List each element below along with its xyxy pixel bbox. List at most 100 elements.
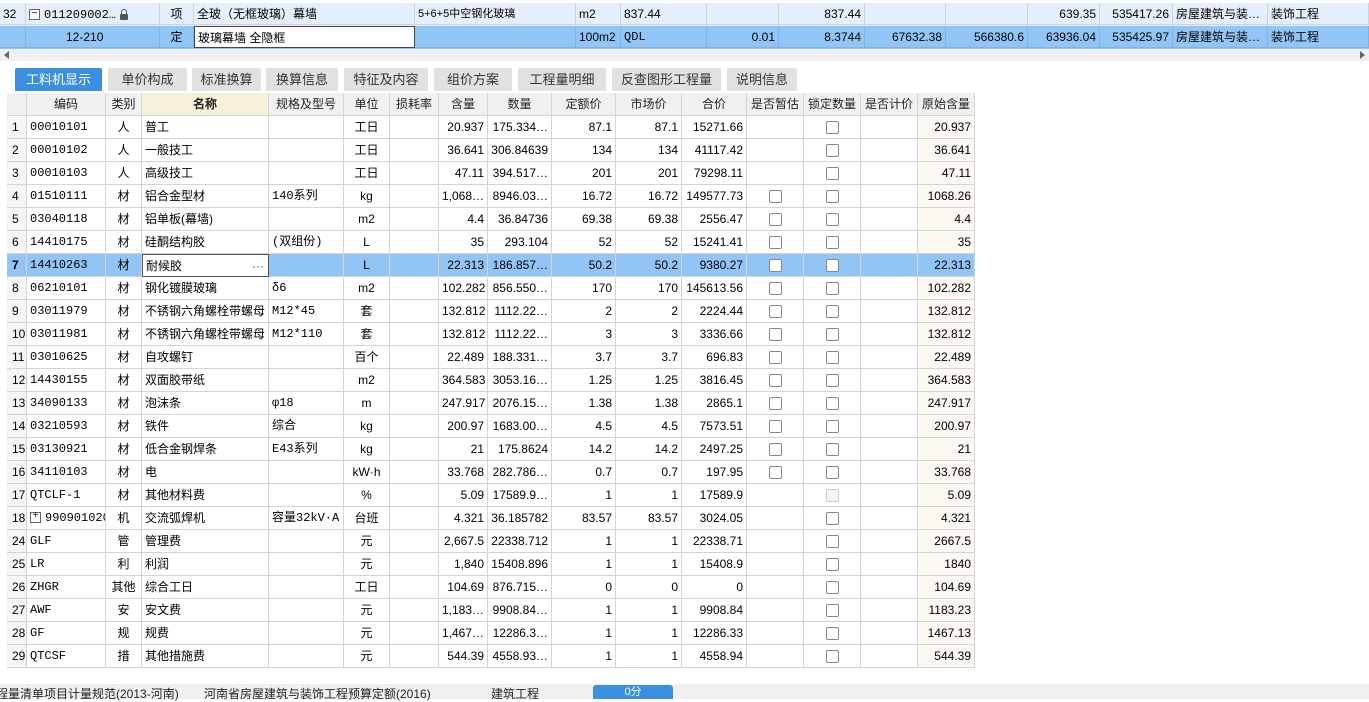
quantity[interactable]: 1112.22…: [488, 300, 552, 323]
header-resource-code[interactable]: 编码: [27, 93, 106, 116]
checkbox-icon[interactable]: [825, 558, 839, 572]
checkbox-icon[interactable]: [768, 420, 782, 434]
lock-qty-checkbox[interactable]: [804, 323, 861, 346]
resource-name[interactable]: 安文费: [142, 599, 269, 622]
estimate-checkbox[interactable]: [747, 461, 804, 484]
checkbox-icon[interactable]: [768, 351, 782, 365]
checkbox-icon[interactable]: [825, 466, 839, 480]
market-price[interactable]: 1: [616, 645, 682, 668]
quantity[interactable]: 175.334…: [488, 116, 552, 139]
content-amount[interactable]: 200.97: [439, 415, 488, 438]
lock-qty-checkbox[interactable]: [804, 254, 861, 277]
scroll-left-icon[interactable]: [4, 51, 9, 59]
checkbox-icon[interactable]: [825, 604, 839, 618]
quantity[interactable]: 188.331…: [488, 346, 552, 369]
quantity[interactable]: 15408.896: [488, 553, 552, 576]
lock-qty-checkbox[interactable]: [804, 208, 861, 231]
quantity[interactable]: 293.104: [488, 231, 552, 254]
resource-name[interactable]: 交流弧焊机: [142, 507, 269, 530]
quantity[interactable]: 36.84736: [488, 208, 552, 231]
horizontal-scrollbar[interactable]: [0, 49, 1369, 61]
resource-name[interactable]: 铁件: [142, 415, 269, 438]
market-price[interactable]: 1.25: [616, 369, 682, 392]
lock-qty-checkbox[interactable]: [804, 530, 861, 553]
market-price[interactable]: 1: [616, 530, 682, 553]
market-price[interactable]: 1: [616, 484, 682, 507]
content-amount[interactable]: 47.11: [439, 162, 488, 185]
estimate-checkbox[interactable]: [747, 277, 804, 300]
tab-4[interactable]: 换算信息: [266, 68, 338, 91]
checkbox-icon[interactable]: [825, 374, 839, 388]
expand-icon[interactable]: +: [30, 512, 41, 524]
tab-9[interactable]: 说明信息: [727, 68, 797, 91]
checkbox-icon[interactable]: [768, 236, 782, 250]
resource-name[interactable]: 一般技工: [142, 139, 269, 162]
market-price[interactable]: 52: [616, 231, 682, 254]
content-amount[interactable]: 1,068…: [439, 185, 488, 208]
lock-qty-checkbox[interactable]: [804, 484, 861, 507]
market-price[interactable]: 14.2: [616, 438, 682, 461]
resource-name[interactable]: 规费: [142, 622, 269, 645]
market-price[interactable]: 3.7: [616, 346, 682, 369]
resource-name[interactable]: 自攻螺钉: [142, 346, 269, 369]
quantity[interactable]: 17589.9…: [488, 484, 552, 507]
market-price[interactable]: 83.57: [616, 507, 682, 530]
content-amount[interactable]: 33.768: [439, 461, 488, 484]
checkbox-icon[interactable]: [768, 282, 782, 296]
header-resource-spec[interactable]: 规格及型号: [269, 93, 344, 116]
status-quota[interactable]: 河南省房屋建筑与装饰工程预算定额(2016): [204, 685, 431, 702]
score-button[interactable]: 0分: [593, 685, 673, 699]
checkbox-icon[interactable]: [825, 581, 839, 595]
lock-qty-checkbox[interactable]: [804, 622, 861, 645]
tab-3[interactable]: 标准换算: [192, 68, 261, 91]
quantity[interactable]: 8946.03…: [488, 185, 552, 208]
market-price[interactable]: 2: [616, 300, 682, 323]
quantity[interactable]: 2076.15…: [488, 392, 552, 415]
lock-qty-checkbox[interactable]: [804, 185, 861, 208]
list-item-row-selected[interactable]: 12-210 定 玻璃幕墙 全隐框 100m2 QDL 0.01 8.3744 …: [0, 26, 1369, 49]
header-resource-category[interactable]: 类别: [106, 93, 142, 116]
checkbox-icon[interactable]: [768, 305, 782, 319]
lock-qty-checkbox[interactable]: [804, 553, 861, 576]
resource-name[interactable]: 钢化镀膜玻璃: [142, 277, 269, 300]
resource-name[interactable]: 耐候胶 ···: [142, 254, 269, 277]
quantity[interactable]: 282.786…: [488, 461, 552, 484]
content-amount[interactable]: 104.69: [439, 576, 488, 599]
item-feature[interactable]: 5+6+5中空钢化玻璃: [415, 3, 576, 25]
resource-name[interactable]: 铝单板(幕墙): [142, 208, 269, 231]
checkbox-icon[interactable]: [825, 512, 839, 526]
resource-name[interactable]: 不锈钢六角螺栓带螺母: [142, 323, 269, 346]
header-resource-unit[interactable]: 单位: [344, 93, 390, 116]
content-amount[interactable]: 22.313: [439, 254, 488, 277]
checkbox-icon[interactable]: [825, 190, 839, 204]
content-amount[interactable]: 1,840: [439, 553, 488, 576]
quantity[interactable]: 22338.712: [488, 530, 552, 553]
content-amount[interactable]: 4.4: [439, 208, 488, 231]
lock-qty-checkbox[interactable]: [804, 346, 861, 369]
lock-qty-checkbox[interactable]: [804, 231, 861, 254]
content-amount[interactable]: 1,467…: [439, 622, 488, 645]
checkbox-icon[interactable]: [768, 190, 782, 204]
estimate-checkbox[interactable]: [747, 415, 804, 438]
item-name-input[interactable]: 玻璃幕墙 全隐框: [194, 26, 415, 48]
content-amount[interactable]: 22.489: [439, 346, 488, 369]
market-price[interactable]: 0: [616, 576, 682, 599]
checkbox-icon[interactable]: [768, 443, 782, 457]
resource-name[interactable]: 其他材料费: [142, 484, 269, 507]
content-amount[interactable]: 35: [439, 231, 488, 254]
content-amount[interactable]: 544.39: [439, 645, 488, 668]
tab-7[interactable]: 工程量明细: [518, 68, 606, 91]
header-original-content[interactable]: 原始含量: [918, 93, 975, 116]
quantity[interactable]: 394.517…: [488, 162, 552, 185]
market-price[interactable]: 4.5: [616, 415, 682, 438]
checkbox-icon[interactable]: [825, 167, 839, 181]
market-price[interactable]: 201: [616, 162, 682, 185]
estimate-checkbox[interactable]: [747, 254, 804, 277]
lock-qty-checkbox[interactable]: [804, 507, 861, 530]
header-lock-qty-checkbox[interactable]: 锁定数量: [804, 93, 861, 116]
header-total-price[interactable]: 合价: [682, 93, 747, 116]
collapse-icon[interactable]: −: [29, 9, 40, 21]
market-price[interactable]: 69.38: [616, 208, 682, 231]
item-name[interactable]: 全玻（无框玻璃）幕墙: [194, 3, 415, 25]
content-amount[interactable]: 1,183…: [439, 599, 488, 622]
